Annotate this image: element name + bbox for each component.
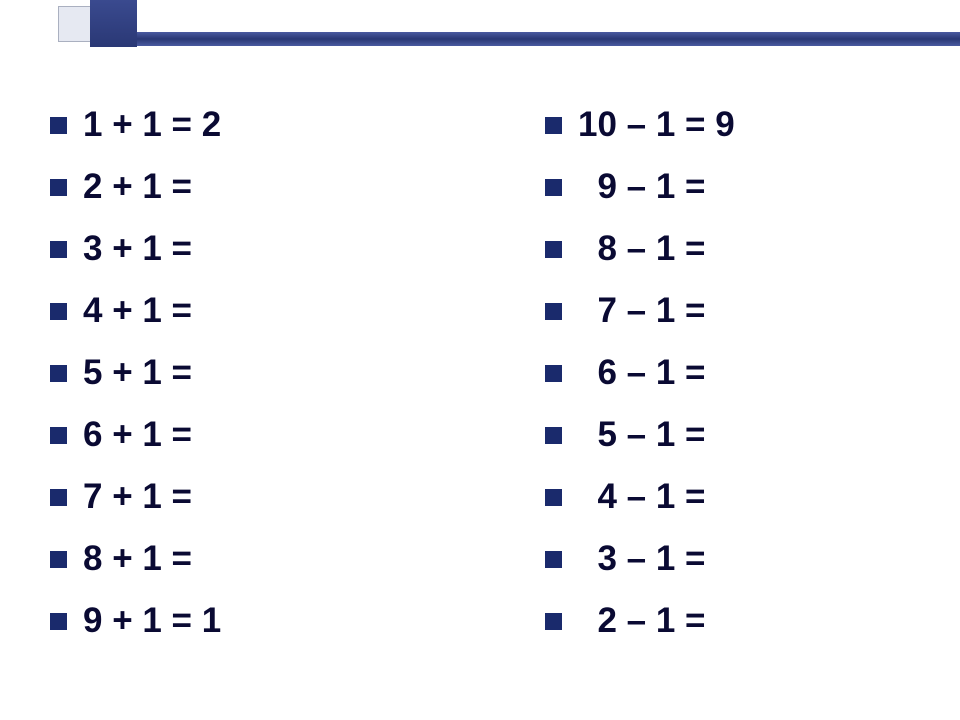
- bullet-icon: [50, 179, 67, 196]
- right-column: 10 – 1 = 9 9 – 1 = 8 – 1 = 7 – 1 = 6 – 1…: [545, 105, 920, 663]
- bullet-icon: [50, 551, 67, 568]
- equation-text: 10 – 1 = 9: [578, 105, 735, 145]
- equation-text: 9 – 1 =: [578, 167, 715, 207]
- list-item: 2 – 1 =: [545, 601, 920, 641]
- bullet-icon: [545, 179, 562, 196]
- list-item: 8 – 1 =: [545, 229, 920, 269]
- bullet-icon: [50, 489, 67, 506]
- list-item: 4 + 1 =: [50, 291, 425, 331]
- bullet-icon: [545, 551, 562, 568]
- equation-text: 1 + 1 = 2: [83, 105, 221, 145]
- bullet-icon: [545, 117, 562, 134]
- bullet-icon: [545, 489, 562, 506]
- bullet-icon: [545, 613, 562, 630]
- list-item: 6 + 1 =: [50, 415, 425, 455]
- bullet-icon: [50, 117, 67, 134]
- equation-text: 2 – 1 =: [578, 601, 715, 641]
- list-item: 9 – 1 =: [545, 167, 920, 207]
- list-item: 3 – 1 =: [545, 539, 920, 579]
- equation-text: 6 – 1 =: [578, 353, 715, 393]
- equation-text: 5 + 1 =: [83, 353, 202, 393]
- header-square-dark: [90, 0, 137, 47]
- list-item: 7 + 1 =: [50, 477, 425, 517]
- list-item: 2 + 1 =: [50, 167, 425, 207]
- bullet-icon: [545, 303, 562, 320]
- list-item: 5 + 1 =: [50, 353, 425, 393]
- list-item: 8 + 1 =: [50, 539, 425, 579]
- equation-text: 3 + 1 =: [83, 229, 202, 269]
- bullet-icon: [50, 427, 67, 444]
- equation-text: 3 – 1 =: [578, 539, 715, 579]
- equation-text: 4 – 1 =: [578, 477, 715, 517]
- list-item: 6 – 1 =: [545, 353, 920, 393]
- equation-text: 4 + 1 =: [83, 291, 202, 331]
- list-item: 4 – 1 =: [545, 477, 920, 517]
- equation-text: 9 + 1 = 1: [83, 601, 221, 641]
- bullet-icon: [50, 241, 67, 258]
- header-square-light: [58, 6, 94, 42]
- list-item: 5 – 1 =: [545, 415, 920, 455]
- equation-text: 8 + 1 =: [83, 539, 202, 579]
- list-item: 1 + 1 = 2: [50, 105, 425, 145]
- content-area: 1 + 1 = 2 2 + 1 = 3 + 1 = 4 + 1 = 5 + 1 …: [50, 105, 920, 663]
- bullet-icon: [50, 303, 67, 320]
- list-item: 9 + 1 = 1: [50, 601, 425, 641]
- bullet-icon: [545, 365, 562, 382]
- equation-text: 7 + 1 =: [83, 477, 202, 517]
- list-item: 3 + 1 =: [50, 229, 425, 269]
- bullet-icon: [50, 365, 67, 382]
- equation-text: 8 – 1 =: [578, 229, 715, 269]
- equation-text: 7 – 1 =: [578, 291, 715, 331]
- left-column: 1 + 1 = 2 2 + 1 = 3 + 1 = 4 + 1 = 5 + 1 …: [50, 105, 425, 663]
- equation-text: 5 – 1 =: [578, 415, 715, 455]
- bullet-icon: [50, 613, 67, 630]
- list-item: 10 – 1 = 9: [545, 105, 920, 145]
- bullet-icon: [545, 427, 562, 444]
- header-decoration: [0, 0, 960, 48]
- list-item: 7 – 1 =: [545, 291, 920, 331]
- equation-text: 2 + 1 =: [83, 167, 202, 207]
- bullet-icon: [545, 241, 562, 258]
- equation-text: 6 + 1 =: [83, 415, 202, 455]
- header-line: [137, 32, 960, 46]
